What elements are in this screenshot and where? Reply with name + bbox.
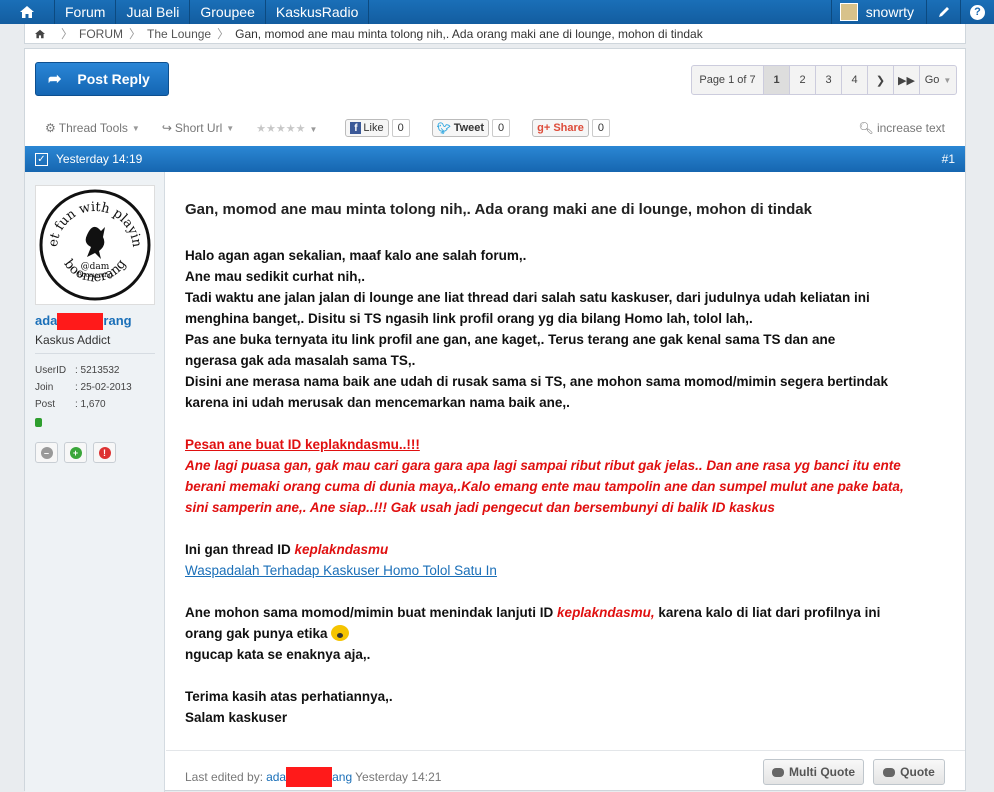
thread-toolbar: ⚙ Thread Tools ▼ ↪ Short Url ▼ ★★★★★ ▼ f Lik… <box>25 113 965 143</box>
nav-forum[interactable]: Forum <box>55 0 117 24</box>
pagination: Page 1 of 7 1 2 3 4 ❯ ▶▶ Go ▼ <box>691 65 957 95</box>
user-menu[interactable]: snowrty <box>830 0 926 24</box>
post-username[interactable]: ada rang <box>35 313 132 330</box>
breadcrumb-current: Gan, momod ane mau minta tolong nih,. Ad… <box>235 26 703 41</box>
post-footer: Last edited by: ada ang Yesterday 14:21 M… <box>166 750 965 792</box>
post-reply-label: Post Reply <box>77 71 150 87</box>
red-line: Ane lagi puasa gan, gak mau cari gara ga… <box>185 458 901 473</box>
body-line: Halo agan agan sekalian, maaf kalo ane s… <box>185 248 527 263</box>
share-icon: ↪ <box>161 121 172 135</box>
page-3[interactable]: 3 <box>816 66 842 94</box>
post-number[interactable]: #1 <box>942 152 955 166</box>
edited-by-user[interactable]: ada ang <box>266 767 352 787</box>
thread-line: Ini gan thread ID keplakndasmu <box>185 542 389 557</box>
go-button[interactable]: Go ▼ <box>920 66 956 94</box>
thread-panel: ➦ Post Reply Page 1 of 7 1 2 3 4 ❯ ▶▶ Go… <box>24 48 966 792</box>
user-actions: – + ! <box>35 442 122 463</box>
checkbox-icon[interactable]: ✓ <box>35 152 48 166</box>
last-edited: Last edited by: ada ang Yesterday 14:21 <box>185 767 441 787</box>
request-line-2: orang gak punya etika <box>185 623 955 644</box>
quote-button[interactable]: Quote <box>873 759 945 785</box>
zoom-icon: 🔍︎ <box>858 121 874 135</box>
avatar <box>839 3 858 21</box>
quote-bubble-icon <box>883 767 896 777</box>
body-line: Tadi waktu ane jalan jalan di lounge ane… <box>185 290 870 305</box>
redaction-box <box>57 313 104 330</box>
like-count: 0 <box>391 119 410 137</box>
body-line: Ane mau sedikit curhat nih,. <box>185 269 366 284</box>
alert-icon: ! <box>98 446 111 459</box>
post-reply-button[interactable]: ➦ Post Reply <box>35 62 169 96</box>
red-line: sini samperin ane,. Ane siap..!!! Gak us… <box>185 500 775 515</box>
body-line: Pas ane buka ternyata itu link profil an… <box>185 332 836 347</box>
red-heading: Pesan ane buat ID keplakndasmu..!!! <box>185 437 420 452</box>
nav-jual-beli[interactable]: Jual Beli <box>116 0 191 24</box>
neutral-rep-button[interactable]: – <box>35 442 58 463</box>
reply-arrow-icon: ➦ <box>48 71 62 88</box>
page-2[interactable]: 2 <box>790 66 816 94</box>
online-status-icon <box>35 418 42 427</box>
nav-kaskusradio[interactable]: KaskusRadio <box>266 0 370 24</box>
last-page-icon[interactable]: ▶▶ <box>894 66 920 94</box>
divider <box>35 353 155 354</box>
svg-text:@dam: @dam <box>81 262 110 272</box>
username-label: snowrty <box>865 4 914 20</box>
pencil-icon[interactable] <box>926 0 960 24</box>
user-stats: UserID: 5213532 Join: 25-02-2013 Post: 1… <box>35 365 132 410</box>
user-avatar[interactable]: Let fun with playing boomerang @dam Boom… <box>35 185 155 305</box>
body-line: menghina banget,. Disitu si TS ngasih li… <box>185 311 753 326</box>
post-title: Gan, momod ane mau minta tolong nih,. Ad… <box>185 201 812 218</box>
help-icon[interactable]: ? <box>960 0 994 24</box>
page-4[interactable]: 4 <box>842 66 868 94</box>
report-button[interactable]: ! <box>93 442 116 463</box>
post-time: Yesterday 14:19 <box>56 152 143 166</box>
gear-icon: ⚙ <box>45 121 56 135</box>
rating-stars[interactable]: ★★★★★ ▼ <box>256 122 317 135</box>
post-content: Gan, momod ane mau minta tolong nih,. Ad… <box>166 172 965 792</box>
twitter-icon: 🐦︎ <box>436 122 451 135</box>
request-line-3: ngucap kata se enaknya aja,. <box>185 647 371 662</box>
thread-tools-menu[interactable]: ⚙ Thread Tools ▼ <box>45 121 140 135</box>
minus-icon: – <box>40 446 53 459</box>
request-line: Ane mohon sama momod/mimin buat menindak… <box>185 605 881 620</box>
google-share-button[interactable]: g+ Share <box>532 119 589 137</box>
post-header: ✓ Yesterday 14:19 #1 <box>25 146 965 172</box>
quote-bubble-icon <box>772 767 784 777</box>
svg-text:Boomerang: Boomerang <box>77 272 112 279</box>
user-rank: Kaskus Addict <box>35 333 111 347</box>
breadcrumb: 〉 FORUM 〉 The Lounge 〉 Gan, momod ane ma… <box>24 24 966 44</box>
facebook-icon: f <box>350 122 362 134</box>
next-page-icon[interactable]: ❯ <box>868 66 894 94</box>
user-info-panel: Let fun with playing boomerang @dam Boom… <box>25 172 165 792</box>
increase-text-button[interactable]: 🔍︎ increase text <box>858 121 945 135</box>
tweet-count: 0 <box>492 119 511 137</box>
signoff-line: Salam kaskuser <box>185 710 288 725</box>
body-line: ngerasa gak ada masalah sama TS,. <box>185 353 416 368</box>
body-line: Disini ane merasa nama baik ane udah di … <box>185 374 888 389</box>
post-body: Halo agan agan sekalian, maaf kalo ane s… <box>185 245 955 728</box>
multi-quote-button[interactable]: Multi Quote <box>763 759 864 785</box>
plus-icon: + <box>69 446 82 459</box>
google-plus-icon: g+ <box>537 122 551 134</box>
shocked-emoji-icon <box>331 625 350 641</box>
add-rep-button[interactable]: + <box>64 442 87 463</box>
top-nav-bar: Forum Jual Beli Groupee KaskusRadio snow… <box>0 0 994 24</box>
facebook-like-button[interactable]: f Like <box>345 119 389 137</box>
closing-line: Terima kasih atas perhatiannya,. <box>185 689 393 704</box>
nav-groupee[interactable]: Groupee <box>190 0 266 24</box>
breadcrumb-forum[interactable]: FORUM <box>79 27 123 41</box>
thread-link[interactable]: Waspadalah Terhadap Kaskuser Homo Tolol … <box>185 563 497 578</box>
home-icon[interactable] <box>0 0 55 24</box>
page-info: Page 1 of 7 <box>692 66 764 94</box>
share-count: 0 <box>591 119 611 137</box>
red-line: berani memaki orang cuma di dunia maya,.… <box>185 479 904 494</box>
short-url-menu[interactable]: ↪ Short Url ▼ <box>162 121 234 135</box>
redaction-box <box>286 767 333 787</box>
body-line: karena ini udah merusak dan mencemarkan … <box>185 395 570 410</box>
breadcrumb-home-icon[interactable] <box>25 29 55 39</box>
breadcrumb-section[interactable]: The Lounge <box>147 27 211 41</box>
tweet-button[interactable]: 🐦︎ Tweet <box>431 119 490 137</box>
page-1[interactable]: 1 <box>764 66 790 94</box>
